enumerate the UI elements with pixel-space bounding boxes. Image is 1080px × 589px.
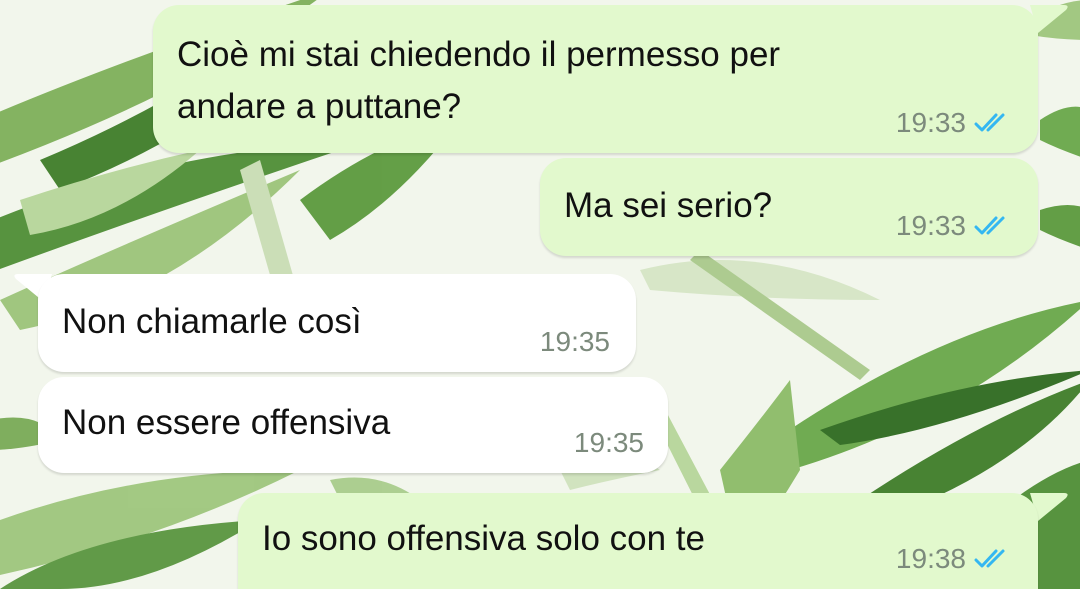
bubble-tail <box>1030 5 1068 33</box>
message-text: Ma sei serio? <box>564 186 773 225</box>
message-text: Cioè mi stai chiedendo il permesso per <box>177 35 781 74</box>
message-time: 19:33 <box>895 210 966 241</box>
message-bubble-incoming[interactable]: Non chiamarle così 19:35 <box>38 274 636 372</box>
message-bubble-outgoing[interactable]: Ma sei serio? 19:33 <box>540 158 1038 256</box>
message-meta: 19:38 <box>896 543 1016 575</box>
message-bubble-outgoing[interactable]: Io sono offensiva solo con te 19:38 <box>238 493 1038 589</box>
message-bubble-incoming[interactable]: Non essere offensiva 19:35 <box>38 377 668 473</box>
message-meta: 19:33 <box>896 210 1016 242</box>
message-meta: 19:35 <box>540 326 610 358</box>
message-time: 19:35 <box>539 326 610 357</box>
message-bubble-outgoing[interactable]: Cioè mi stai chiedendo il permesso per a… <box>153 5 1038 153</box>
message-text: Non chiamarle così <box>62 302 362 341</box>
message-text: Non essere offensiva <box>62 403 391 442</box>
message-meta: 19:35 <box>574 427 644 459</box>
message-time: 19:38 <box>895 543 966 574</box>
message-text: Io sono offensiva solo con te <box>262 519 705 558</box>
double-check-icon <box>974 216 1005 235</box>
double-check-icon <box>974 113 1005 132</box>
message-meta: 19:33 <box>896 107 1016 139</box>
message-text: andare a puttane? <box>177 87 462 126</box>
double-check-icon <box>974 549 1005 568</box>
message-time: 19:33 <box>895 107 966 138</box>
message-time: 19:35 <box>573 427 644 458</box>
